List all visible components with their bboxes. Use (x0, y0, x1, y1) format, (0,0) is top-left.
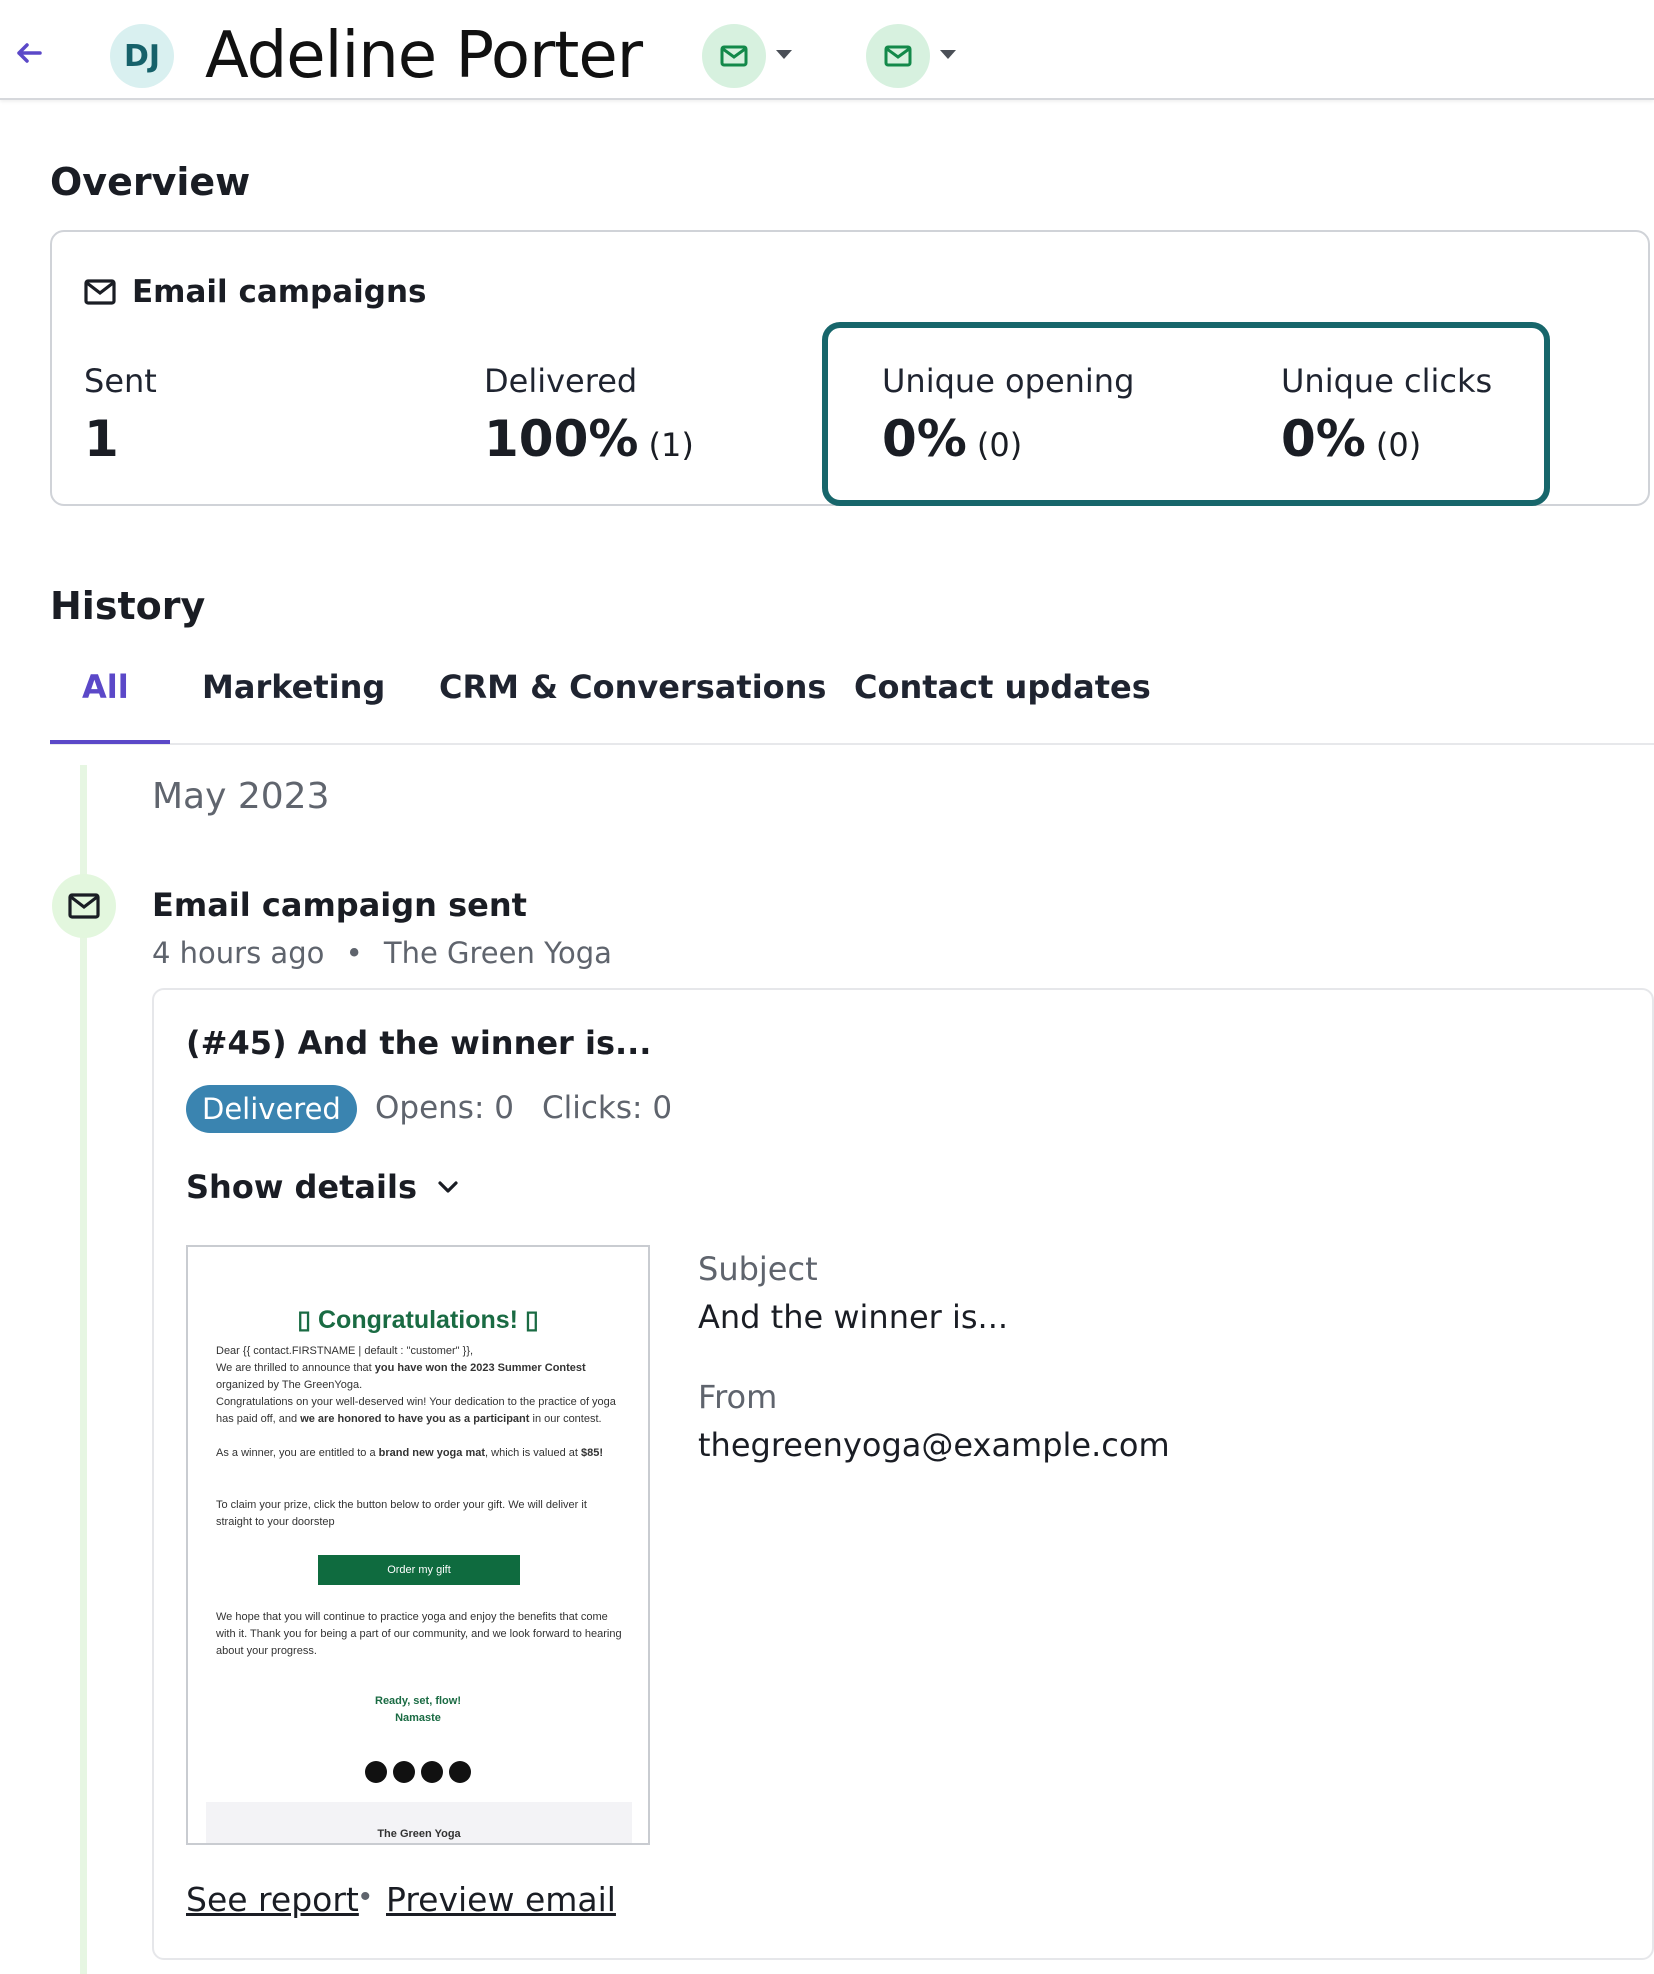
timeline-month: May 2023 (152, 776, 330, 817)
preview-paragraph-1: We are thrilled to announce that you hav… (216, 1362, 586, 1391)
preview-paragraph-5: We hope that you will continue to practi… (216, 1611, 622, 1657)
link-separator: • (360, 1880, 371, 1913)
subject-label: Subject (698, 1250, 818, 1288)
event-time: 4 hours ago (152, 936, 325, 970)
mail-status-button[interactable] (702, 24, 766, 88)
tab-contact-updates[interactable]: Contact updates (854, 668, 1151, 706)
mail-icon (68, 893, 100, 919)
from-label: From (698, 1378, 778, 1416)
order-gift-button: Order my gift (318, 1555, 520, 1585)
stat-sent-label: Sent (84, 362, 157, 400)
stat-delivered-value: 100% (1) (484, 410, 694, 468)
chevron-down-icon[interactable] (940, 50, 956, 59)
card-title-text: Email campaigns (132, 274, 427, 310)
email-preview-thumbnail[interactable]: ▯ Congratulations! ▯ Dear {{ contact.FIR… (186, 1245, 650, 1845)
tabs-divider (50, 743, 1654, 745)
contact-header: DJ Adeline Porter (0, 0, 1654, 100)
chevron-down-icon[interactable] (776, 50, 792, 59)
back-arrow-icon[interactable] (12, 36, 46, 70)
status-badge: Delivered (186, 1085, 357, 1133)
avatar: DJ (110, 24, 174, 88)
opens-count: Opens: 0 (375, 1090, 514, 1126)
from-value: thegreenyoga@example.com (698, 1426, 1170, 1464)
preview-greeting: Dear {{ contact.FIRSTNAME | default : "c… (216, 1345, 474, 1357)
stat-sent-value: 1 (84, 410, 119, 468)
website-icon (421, 1761, 443, 1783)
see-report-link[interactable]: See report (186, 1880, 359, 1919)
mail-icon (720, 45, 748, 67)
stat-unique-clicks-value: 0% (0) (1281, 410, 1422, 468)
preview-paragraph-3: As a winner, you are entitled to a brand… (216, 1447, 604, 1459)
show-details-toggle[interactable]: Show details (186, 1168, 459, 1206)
stat-unique-clicks-label: Unique clicks (1281, 362, 1493, 400)
active-tab-indicator (50, 740, 170, 744)
event-meta: 4 hours ago • The Green Yoga (152, 936, 612, 970)
preview-paragraph-2: Congratulations on your well-deserved wi… (216, 1396, 616, 1425)
preview-footer: The Green Yoga (206, 1802, 632, 1843)
email-campaigns-title: Email campaigns (84, 274, 427, 310)
timeline-event-dot (52, 874, 116, 938)
overview-title: Overview (50, 160, 251, 204)
preview-heading: ▯ Congratulations! ▯ (297, 1306, 539, 1334)
history-title: History (50, 584, 206, 628)
tab-crm-conversations[interactable]: CRM & Conversations (439, 668, 826, 706)
subject-value: And the winner is... (698, 1298, 1009, 1336)
chevron-down-icon (438, 1181, 458, 1193)
facebook-icon (393, 1761, 415, 1783)
stat-unique-opening-label: Unique opening (882, 362, 1135, 400)
preview-email-link[interactable]: Preview email (386, 1880, 616, 1919)
preview-closing-2: Namaste (395, 1712, 441, 1724)
twitter-icon (449, 1761, 471, 1783)
clicks-count: Clicks: 0 (542, 1090, 673, 1126)
instagram-icon (365, 1761, 387, 1783)
timeline-line (80, 765, 87, 1974)
tab-marketing[interactable]: Marketing (202, 668, 385, 706)
mail-icon (884, 45, 912, 67)
show-details-label: Show details (186, 1168, 417, 1206)
preview-paragraph-4: To claim your prize, click the button be… (216, 1499, 587, 1528)
event-sender: The Green Yoga (383, 936, 612, 970)
social-icons (188, 1761, 648, 1783)
stat-unique-opening-value: 0% (0) (882, 410, 1023, 468)
tab-all[interactable]: All (82, 668, 129, 706)
meta-separator: • (345, 936, 363, 970)
stat-delivered-label: Delivered (484, 362, 638, 400)
mail-icon (84, 279, 116, 305)
preview-closing-1: Ready, set, flow! (375, 1695, 461, 1707)
mail-status-button-2[interactable] (866, 24, 930, 88)
event-title: Email campaign sent (152, 886, 527, 924)
contact-name: Adeline Porter (205, 19, 643, 93)
campaign-title: (#45) And the winner is... (186, 1024, 652, 1062)
